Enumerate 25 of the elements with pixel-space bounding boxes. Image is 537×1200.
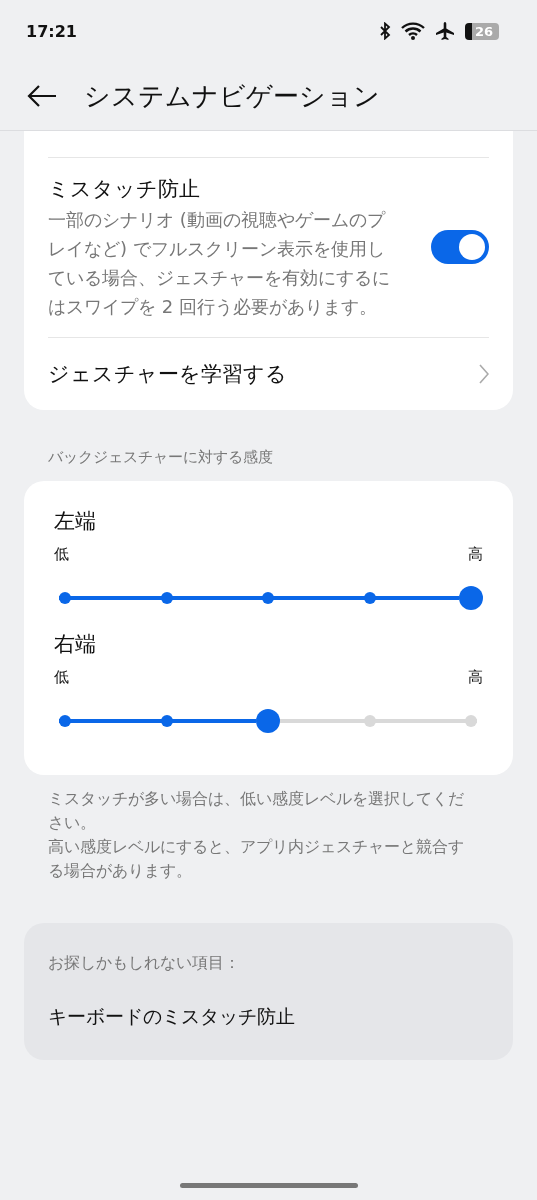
airplane-icon: [434, 21, 455, 41]
low-label: 低: [54, 545, 69, 564]
suggestion-link[interactable]: キーボードのミスタッチ防止: [48, 974, 489, 1040]
chevron-right-icon: [479, 364, 489, 384]
low-label: 低: [54, 668, 69, 687]
slider-title: 右端: [54, 631, 97, 658]
high-label: 高: [468, 668, 483, 687]
hint-text: ミスタッチが多い場合は、低い感度レベルを選択してください。: [48, 788, 465, 834]
slider-thumb[interactable]: [459, 586, 483, 610]
bluetooth-icon: [378, 22, 391, 40]
slider-title: 左端: [54, 508, 97, 535]
page-title: システムナビゲーション: [84, 79, 380, 113]
hint-text: 高い感度レベルにすると、アプリ内ジェスチャーと競合する場合があります。: [48, 836, 465, 882]
suggestion-label: お探しかもしれない項目：: [48, 953, 241, 974]
setting-link[interactable]: ジェスチャーを学習する: [48, 358, 287, 390]
battery-indicator: 26: [464, 22, 499, 40]
setting-description: 一部のシナリオ (動画の視聴やゲームのプレイなど) でフルスクリーン表示を使用している場合、ジェスチャーを有効にするにはスワイプを 2 回行う必要があります。: [48, 208, 391, 319]
high-label: 高: [468, 545, 483, 564]
slider-thumb[interactable]: [256, 709, 280, 733]
toggle-switch[interactable]: [431, 230, 489, 264]
status-time: 17:21: [26, 21, 77, 41]
wifi-icon: [400, 22, 425, 40]
setting-title: ミスタッチ防止: [48, 176, 201, 203]
back-arrow-icon[interactable]: [26, 84, 58, 108]
section-label: バックジェスチャーに対する感度: [47, 447, 274, 468]
